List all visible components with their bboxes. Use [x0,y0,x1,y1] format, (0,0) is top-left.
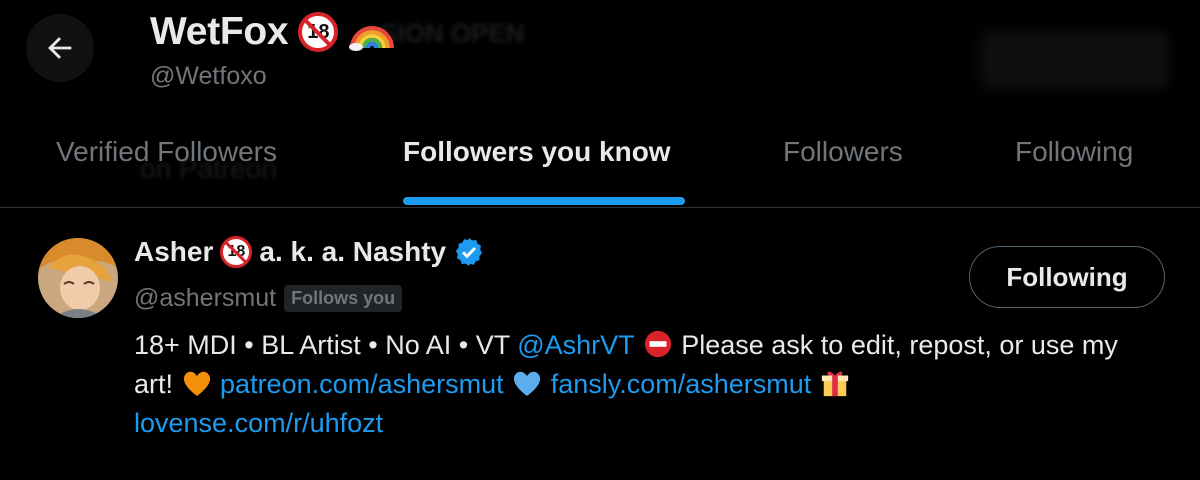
bio-text: 18+ MDI • BL Artist • No AI • VT [134,330,518,360]
user-name-first[interactable]: Asher [134,236,213,268]
profile-name: WetFox [150,10,289,53]
bio-patreon-link[interactable]: patreon.com/ashersmut [220,369,504,399]
bio-fansly-link[interactable]: fansly.com/ashersmut [551,369,812,399]
banner-blurred-text: SION OPEN [380,18,525,48]
profile-handle: @Wetfoxo [150,62,267,90]
rainbow-icon [349,26,395,51]
back-button[interactable] [26,14,94,82]
age-18-icon: 18 [298,12,339,52]
profile-header: SION OPEN WetFox 18 @Wetfoxo [0,0,1200,125]
user-handle[interactable]: @ashersmut [134,284,276,313]
profile-title: WetFox 18 [150,10,396,54]
age-18-icon: 18 [220,236,253,268]
user-bio: 18+ MDI • BL Artist • No AI • VT @AshrVT… [134,326,1154,443]
blue-heart-icon [514,371,541,396]
tab-followers-you-know[interactable]: Followers you know [403,136,671,168]
avatar[interactable] [38,238,118,318]
user-cell[interactable]: Asher 18 a. k. a. Nashty @ashersmut Foll… [0,208,1200,480]
user-name-row: Asher 18 a. k. a. Nashty [134,236,485,268]
tab-verified-followers[interactable]: Verified Followers [56,136,277,168]
follows-you-badge: Follows you [284,285,403,312]
tab-followers[interactable]: Followers [783,136,903,168]
banner-blurred-button [980,30,1170,90]
orange-heart-icon [183,371,210,396]
following-button[interactable]: Following [969,246,1165,308]
tab-bar: on Patreon Verified Followers Followers … [0,118,1200,208]
back-arrow-icon [48,37,72,59]
tab-following[interactable]: Following [1015,136,1133,168]
gift-icon [821,371,848,397]
active-tab-indicator [403,197,685,205]
verified-badge-icon [456,238,483,266]
user-name-rest[interactable]: a. k. a. Nashty [259,236,446,268]
user-handle-row: @ashersmut Follows you [134,284,403,313]
bio-lovense-link[interactable]: lovense.com/r/uhfozt [134,408,383,438]
no-entry-icon [644,330,671,358]
bio-mention-link[interactable]: @AshrVT [517,330,634,360]
